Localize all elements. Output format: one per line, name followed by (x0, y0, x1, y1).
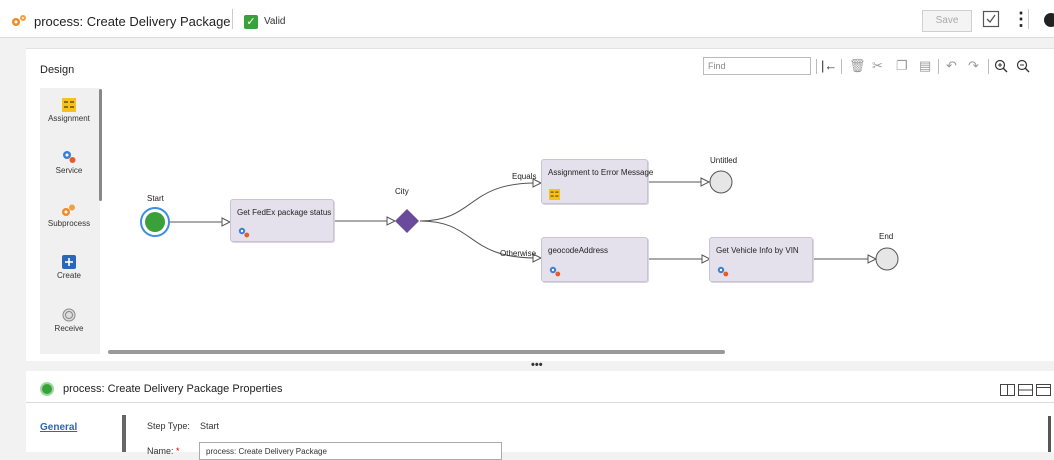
node-label: Get Vehicle Info by VIN (716, 246, 799, 255)
equals-label: Equals (512, 172, 537, 181)
arrow-head (386, 216, 397, 226)
node-label: Assignment to Error Message (548, 168, 654, 177)
node-label: Get FedEx package status (237, 208, 332, 217)
step-type-value: Start (200, 421, 220, 431)
node-label: geocodeAddress (548, 246, 609, 255)
more-options-icon[interactable]: ⋮ (1012, 9, 1030, 29)
step-type-label: Step Type: (147, 421, 190, 431)
city-decision[interactable] (395, 209, 419, 233)
service-icon (549, 266, 561, 277)
header-divider (232, 9, 233, 29)
tabs-divider (122, 415, 126, 452)
arrow-head (867, 254, 878, 264)
otherwise-label: Otherwise (500, 249, 537, 258)
city-label: City (395, 187, 409, 196)
properties-header-divider (26, 402, 1054, 403)
untitled-end-event[interactable] (709, 170, 733, 194)
required-marker: * (176, 446, 180, 456)
connector-city-equals (419, 182, 537, 222)
untitled-label: Untitled (710, 156, 738, 165)
tab-general[interactable]: General (40, 422, 77, 433)
validate-icon[interactable] (982, 10, 1000, 28)
node-get-vehicle-info[interactable]: Get Vehicle Info by VIN (709, 237, 813, 282)
properties-panel: process: Create Delivery Package Propert… (26, 371, 1054, 460)
layout-toggle-icon[interactable] (1000, 384, 1052, 396)
end-label: End (879, 232, 894, 241)
node-geocode-address[interactable]: geocodeAddress (541, 237, 648, 282)
top-bar: process: Create Delivery Package ✓ Valid… (0, 0, 1054, 38)
properties-scrollbar[interactable] (1048, 416, 1051, 452)
process-icon (12, 15, 26, 26)
node-assignment-error[interactable]: Assignment to Error Message (541, 159, 653, 204)
canvas-horizontal-scrollbar[interactable] (108, 350, 725, 354)
save-button[interactable]: Save (922, 10, 972, 32)
properties-title: process: Create Delivery Package Propert… (63, 383, 283, 395)
close-icon[interactable] (1044, 13, 1054, 27)
start-label: Start (147, 194, 164, 203)
name-label: Name: * (147, 446, 180, 456)
arrow-head (700, 177, 711, 187)
assignment-icon (549, 189, 560, 200)
end-event[interactable] (875, 247, 899, 271)
valid-check-icon: ✓ (244, 15, 258, 29)
process-canvas[interactable] (26, 49, 1054, 349)
design-panel: Design Find |← 🗑 ✂ ❐ ▤ ↶ ↷ Assignment Se… (26, 48, 1054, 361)
panel-resize-handle[interactable]: ••• (531, 359, 543, 371)
valid-status: Valid (264, 16, 286, 27)
start-status-icon (40, 382, 54, 396)
name-field[interactable]: process: Create Delivery Package (199, 442, 502, 460)
arrow-head (221, 217, 232, 227)
service-icon (717, 266, 729, 277)
process-title: process: Create Delivery Package (34, 14, 231, 29)
header-divider-2 (1028, 9, 1029, 29)
start-event-inner (145, 212, 165, 232)
service-icon (238, 227, 250, 238)
name-label-text: Name: (147, 446, 174, 456)
node-get-fedex-status[interactable]: Get FedEx package status (230, 199, 334, 242)
